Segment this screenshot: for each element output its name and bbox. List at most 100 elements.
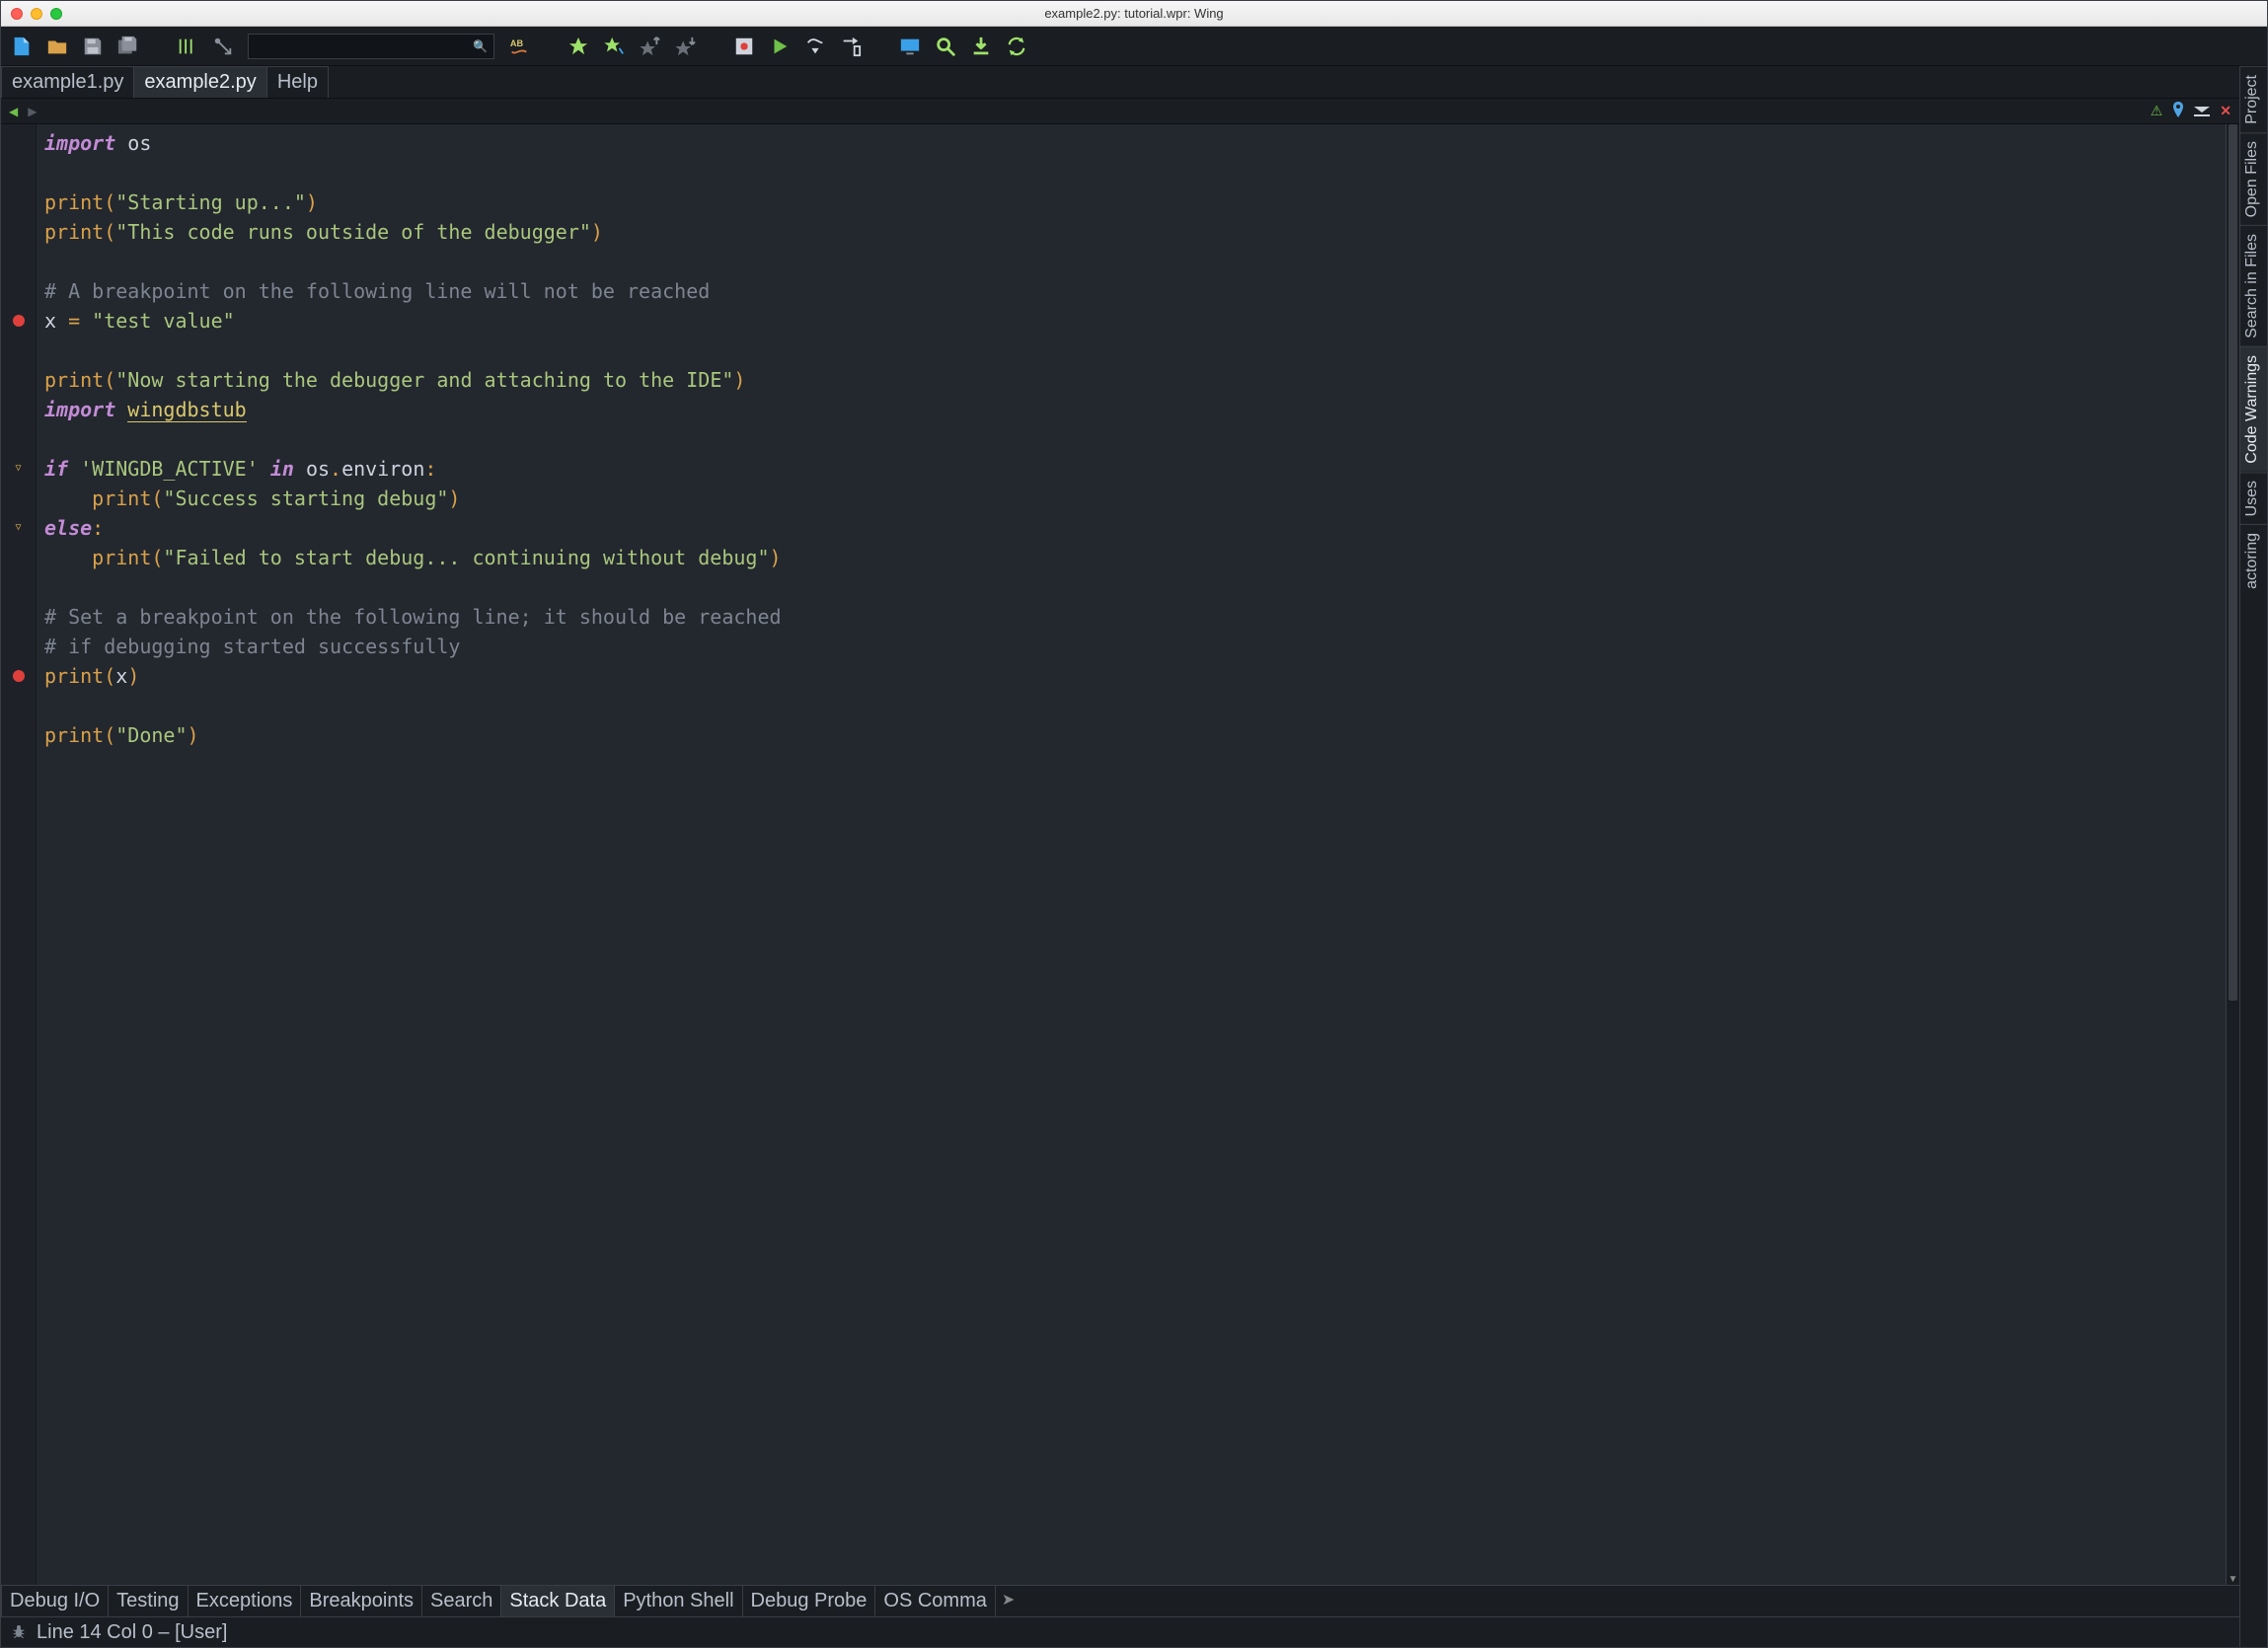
bottom-tab[interactable]: OS Comma xyxy=(875,1586,995,1616)
bottom-tab[interactable]: Stack Data xyxy=(501,1586,615,1616)
new-file-icon[interactable] xyxy=(11,36,33,57)
code-line[interactable]: print("Failed to start debug... continui… xyxy=(44,543,2218,572)
code-line[interactable]: if 'WINGDB_ACTIVE' in os.environ: xyxy=(44,454,2218,484)
code-line[interactable]: else: xyxy=(44,513,2218,543)
code-line[interactable]: print("Now starting the debugger and att… xyxy=(44,365,2218,395)
side-tab[interactable]: Open Files xyxy=(2240,132,2267,225)
side-tab[interactable]: Project xyxy=(2240,66,2267,132)
breakpoint-dot-icon[interactable] xyxy=(13,670,25,682)
gutter-row[interactable] xyxy=(1,128,36,158)
gutter-row[interactable] xyxy=(1,691,36,720)
gutter-row[interactable] xyxy=(1,720,36,750)
bookmark-icon[interactable] xyxy=(567,36,589,57)
spellcheck-icon[interactable]: AB xyxy=(508,36,530,57)
nav-forward-icon[interactable]: ▶ xyxy=(28,105,37,118)
debug-run-icon[interactable] xyxy=(769,36,791,57)
save-all-icon[interactable] xyxy=(117,36,139,57)
gutter-row[interactable]: ▽ xyxy=(1,454,36,484)
code-line[interactable]: print(x) xyxy=(44,661,2218,691)
gutter-row[interactable] xyxy=(1,572,36,602)
gutter-row[interactable] xyxy=(1,543,36,572)
code-line[interactable] xyxy=(44,572,2218,602)
code-line[interactable]: x = "test value" xyxy=(44,306,2218,336)
breakpoint-dot-icon[interactable] xyxy=(13,315,25,327)
code-line[interactable]: print("Done") xyxy=(44,720,2218,750)
goto-definition-icon[interactable] xyxy=(212,36,234,57)
bookmark-prev-icon[interactable] xyxy=(639,36,660,57)
code-line[interactable] xyxy=(44,780,2218,809)
side-tab[interactable]: Search in Files xyxy=(2240,225,2267,346)
code-line[interactable]: import os xyxy=(44,128,2218,158)
gutter-row[interactable]: ▽ xyxy=(1,513,36,543)
indentation-icon[interactable] xyxy=(177,36,198,57)
gutter-row[interactable] xyxy=(1,632,36,661)
pin-icon[interactable] xyxy=(2172,102,2184,120)
vertical-scrollbar[interactable]: ▲ ▼ xyxy=(2226,124,2239,1585)
bottom-tab[interactable]: Search xyxy=(422,1586,501,1616)
bottom-tabs-overflow-icon[interactable]: ➤ xyxy=(996,1586,1021,1616)
bookmark-next-icon[interactable] xyxy=(674,36,696,57)
fold-toggle-icon[interactable]: ▽ xyxy=(15,513,21,543)
bookmark-add-icon[interactable] xyxy=(603,36,625,57)
code-line[interactable]: # Set a breakpoint on the following line… xyxy=(44,602,2218,632)
file-tab[interactable]: example1.py xyxy=(1,66,134,98)
code-line[interactable]: # A breakpoint on the following line wil… xyxy=(44,276,2218,306)
code-line[interactable]: import wingdbstub xyxy=(44,395,2218,424)
breakpoint-icon[interactable] xyxy=(733,36,755,57)
editor-menu-icon[interactable] xyxy=(2194,104,2210,119)
gutter-row[interactable] xyxy=(1,336,36,365)
code-line[interactable]: print("This code runs outside of the deb… xyxy=(44,217,2218,247)
code-line[interactable] xyxy=(44,158,2218,187)
gutter-row[interactable] xyxy=(1,602,36,632)
code-line[interactable] xyxy=(44,424,2218,454)
editor-gutter[interactable]: ▽▽ xyxy=(1,124,37,1585)
save-icon[interactable] xyxy=(82,36,104,57)
step-over-icon[interactable] xyxy=(804,36,826,57)
find-icon[interactable] xyxy=(935,36,956,57)
gutter-row[interactable] xyxy=(1,158,36,187)
gutter-row[interactable] xyxy=(1,661,36,691)
code-line[interactable]: # if debugging started successfully xyxy=(44,632,2218,661)
gutter-row[interactable] xyxy=(1,780,36,809)
file-tab[interactable]: example2.py xyxy=(134,66,266,98)
refresh-icon[interactable] xyxy=(1006,36,1027,57)
monitor-icon[interactable] xyxy=(899,36,921,57)
bottom-tab[interactable]: Testing xyxy=(109,1586,188,1616)
bottom-tab[interactable]: Breakpoints xyxy=(301,1586,422,1616)
step-into-icon[interactable] xyxy=(840,36,862,57)
bottom-tab[interactable]: Exceptions xyxy=(189,1586,302,1616)
side-tab[interactable]: Uses xyxy=(2240,472,2267,524)
bottom-tab[interactable]: Debug I/O xyxy=(1,1586,109,1616)
gutter-row[interactable] xyxy=(1,750,36,780)
gutter-row[interactable] xyxy=(1,424,36,454)
code-line[interactable] xyxy=(44,750,2218,780)
close-editor-icon[interactable]: ✕ xyxy=(2220,103,2231,119)
download-icon[interactable] xyxy=(970,36,992,57)
gutter-row[interactable] xyxy=(1,395,36,424)
gutter-row[interactable] xyxy=(1,484,36,513)
nav-back-icon[interactable]: ◀ xyxy=(9,105,18,118)
code-line[interactable] xyxy=(44,336,2218,365)
code-line[interactable]: print("Success starting debug") xyxy=(44,484,2218,513)
side-tab[interactable]: actoring xyxy=(2240,524,2267,597)
warning-indicator-icon[interactable]: ⚠ xyxy=(2151,103,2163,119)
code-area[interactable]: import os print("Starting up...")print("… xyxy=(37,124,2226,1585)
bottom-tab[interactable]: Debug Probe xyxy=(743,1586,876,1616)
open-file-icon[interactable] xyxy=(46,36,68,57)
gutter-row[interactable] xyxy=(1,247,36,276)
code-line[interactable] xyxy=(44,247,2218,276)
scroll-down-icon[interactable]: ▼ xyxy=(2227,1574,2239,1585)
fold-toggle-icon[interactable]: ▽ xyxy=(15,454,21,484)
code-editor[interactable]: ▽▽ import os print("Starting up...")prin… xyxy=(1,124,2239,1585)
gutter-row[interactable] xyxy=(1,217,36,247)
symbol-search-input[interactable]: 🔍 xyxy=(248,34,494,59)
code-line[interactable] xyxy=(44,691,2218,720)
gutter-row[interactable] xyxy=(1,306,36,336)
gutter-row[interactable] xyxy=(1,187,36,217)
scrollbar-thumb[interactable] xyxy=(2229,124,2237,1001)
code-line[interactable]: print("Starting up...") xyxy=(44,187,2218,217)
gutter-row[interactable] xyxy=(1,276,36,306)
bottom-tab[interactable]: Python Shell xyxy=(615,1586,742,1616)
side-tab[interactable]: Code Warnings xyxy=(2240,346,2267,472)
file-tab[interactable]: Help xyxy=(267,66,329,98)
